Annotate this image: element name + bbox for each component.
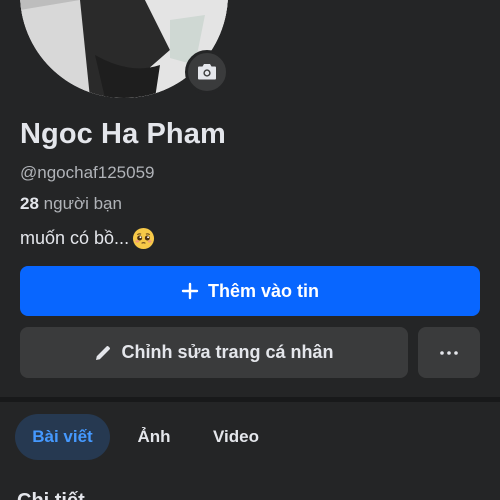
- tab-photos[interactable]: Ảnh: [122, 414, 186, 460]
- tab-video[interactable]: Video: [200, 414, 272, 460]
- friends-count-label: người bạn: [43, 194, 122, 213]
- edit-profile-label: Chỉnh sửa trang cá nhân: [121, 342, 334, 362]
- more-horizontal-icon: [440, 350, 458, 355]
- edit-profile-button[interactable]: Chỉnh sửa trang cá nhân: [20, 327, 408, 378]
- profile-name: Ngoc Ha Pham: [20, 118, 226, 150]
- more-options-button[interactable]: [418, 327, 480, 378]
- add-to-story-button[interactable]: Thêm vào tin: [20, 266, 480, 316]
- bio-text: muốn có bồ...: [20, 228, 130, 248]
- add-to-story-label: Thêm vào tin: [207, 280, 319, 301]
- profile-bio: muốn có bồ...: [20, 227, 155, 250]
- camera-icon: [198, 64, 216, 80]
- friends-count[interactable]: 28 người bạn: [20, 194, 122, 214]
- details-section-title: Chi tiết: [17, 490, 85, 500]
- profile-username: @ngochaf125059: [20, 163, 155, 182]
- profile-page: Ngoc Ha Pham @ngochaf125059 28 người bạn…: [0, 0, 500, 500]
- change-avatar-button[interactable]: [185, 50, 229, 94]
- pencil-icon: [94, 344, 112, 362]
- section-divider: [0, 397, 500, 402]
- friends-count-number: 28: [20, 194, 39, 213]
- tab-posts[interactable]: Bài viết: [15, 414, 110, 460]
- pleading-face-emoji-icon: [133, 227, 155, 250]
- plus-icon: [181, 282, 199, 300]
